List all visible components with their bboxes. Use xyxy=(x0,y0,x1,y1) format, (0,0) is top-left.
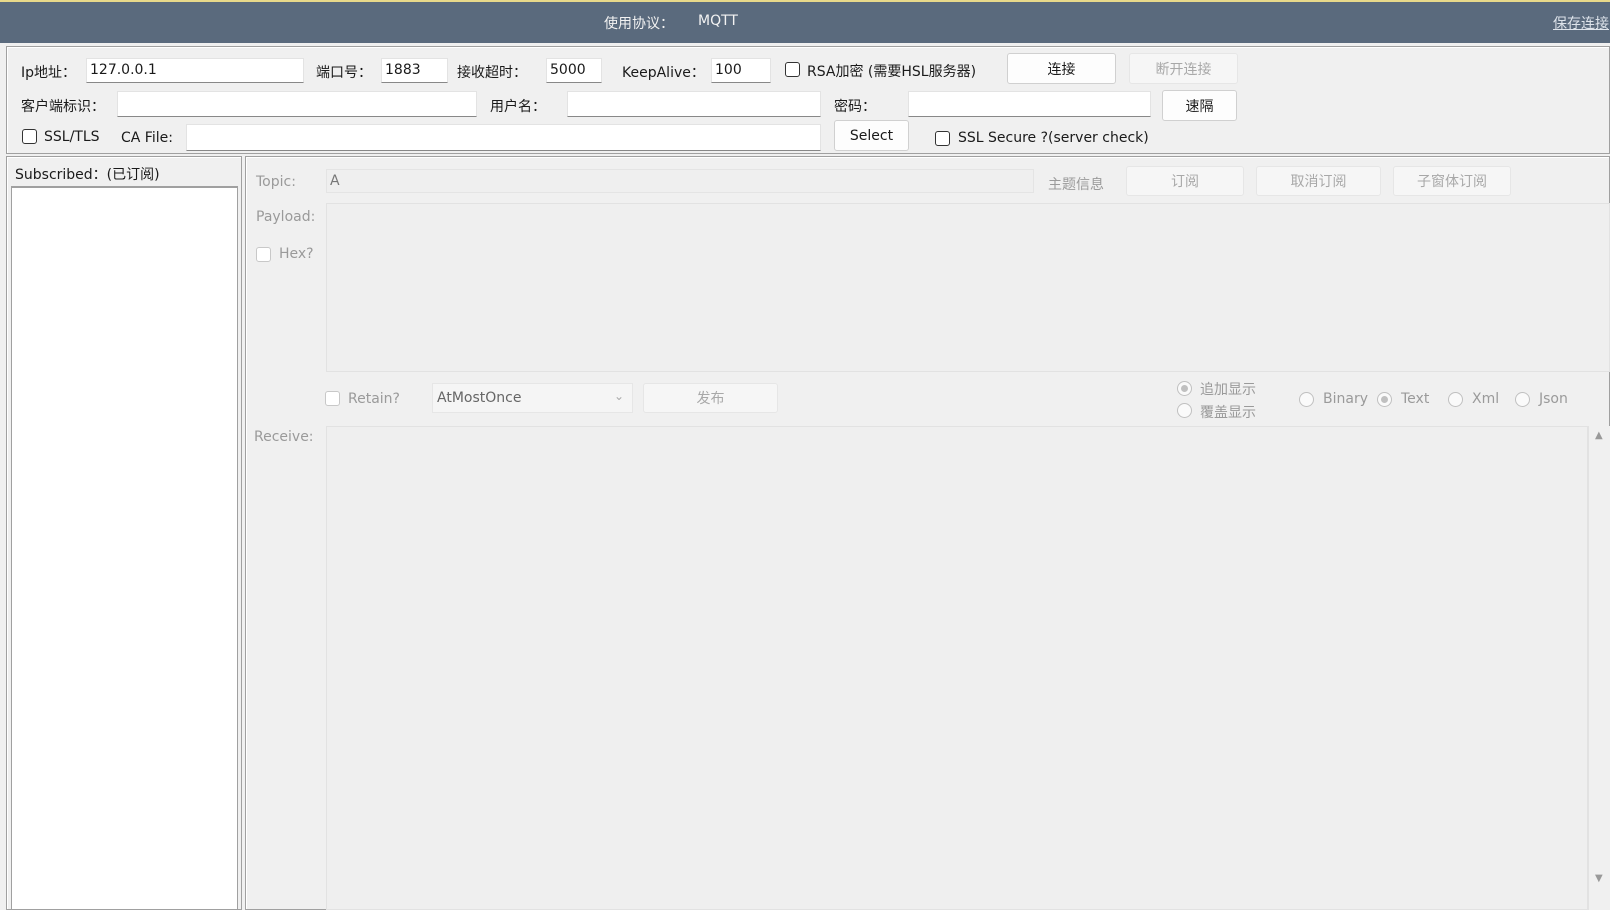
title-bar: 使用协议： MQTT 保存连接 xyxy=(0,0,1610,43)
append-display-radio[interactable] xyxy=(1177,381,1192,396)
topic-info-label: 主题信息 xyxy=(1048,177,1104,193)
publish-button[interactable]: 发布 xyxy=(643,383,778,413)
format-radio-json[interactable] xyxy=(1515,392,1530,407)
timeout-label: 接收超时： xyxy=(457,65,527,81)
receive-output[interactable] xyxy=(326,426,1588,910)
username-input[interactable] xyxy=(567,91,821,117)
timeout-input[interactable]: 5000 xyxy=(546,58,602,83)
username-label: 用户名： xyxy=(490,99,546,115)
disconnect-button[interactable]: 断开连接 xyxy=(1129,53,1238,84)
topic-label: Topic: xyxy=(256,174,296,190)
append-display-label: 追加显示 xyxy=(1200,382,1256,398)
protocol-value: MQTT xyxy=(698,13,738,29)
client-id-input[interactable] xyxy=(117,91,477,117)
overwrite-display-radio[interactable] xyxy=(1177,403,1192,418)
client-id-label: 客户端标识： xyxy=(21,99,105,115)
receive-scrollbar[interactable]: ▲ ▼ xyxy=(1588,426,1610,910)
payload-input[interactable] xyxy=(326,203,1610,372)
select-button[interactable]: Select xyxy=(834,120,909,151)
save-connection-link[interactable]: 保存连接 xyxy=(1553,13,1609,33)
format-label-binary: Binary xyxy=(1323,391,1368,407)
extra-button[interactable]: 速隔 xyxy=(1162,90,1237,121)
subscribe-button[interactable]: 订阅 xyxy=(1126,166,1244,196)
hex-checkbox[interactable] xyxy=(256,247,271,262)
port-input[interactable]: 1883 xyxy=(381,58,448,83)
scroll-down-icon[interactable]: ▼ xyxy=(1595,873,1603,884)
connect-button[interactable]: 连接 xyxy=(1007,53,1116,84)
ip-label: Ip地址： xyxy=(21,65,77,81)
format-label-xml: Xml xyxy=(1472,391,1500,407)
keepalive-input[interactable]: 100 xyxy=(711,58,771,83)
ca-file-label: CA File: xyxy=(121,130,173,146)
topic-input[interactable]: A xyxy=(326,169,1034,193)
ssl-tls-checkbox[interactable] xyxy=(22,129,37,144)
child-subscribe-button[interactable]: 子窗体订阅 xyxy=(1393,166,1511,196)
ssl-tls-label: SSL/TLS xyxy=(44,129,100,145)
format-radio-binary[interactable] xyxy=(1299,392,1314,407)
rsa-label: RSA加密 (需要HSL服务器) xyxy=(807,64,977,80)
rsa-checkbox[interactable] xyxy=(785,62,800,77)
unsubscribe-button[interactable]: 取消订阅 xyxy=(1256,166,1381,196)
hex-label: Hex? xyxy=(279,246,314,262)
overwrite-display-label: 覆盖显示 xyxy=(1200,405,1256,421)
password-input[interactable] xyxy=(908,91,1151,117)
port-label: 端口号： xyxy=(316,65,372,81)
format-label-json: Json xyxy=(1539,391,1568,407)
scroll-up-icon[interactable]: ▲ xyxy=(1595,430,1603,441)
ip-input[interactable]: 127.0.0.1 xyxy=(86,58,304,83)
ca-file-input[interactable] xyxy=(186,124,821,151)
retain-label: Retain? xyxy=(348,391,400,407)
subscribed-label: Subscribed：(已订阅) xyxy=(15,167,160,183)
payload-label: Payload: xyxy=(256,209,316,225)
protocol-label: 使用协议： xyxy=(604,16,674,32)
format-label-text: Text xyxy=(1401,391,1430,407)
qos-select[interactable]: AtMostOnce ⌄ xyxy=(432,383,633,413)
format-radio-xml[interactable] xyxy=(1448,392,1463,407)
format-radio-text[interactable] xyxy=(1377,392,1392,407)
keepalive-label: KeepAlive： xyxy=(622,65,705,81)
ssl-secure-label: SSL Secure ?(server check) xyxy=(958,130,1149,146)
qos-value: AtMostOnce xyxy=(437,390,522,406)
subscribed-list[interactable] xyxy=(11,186,238,910)
retain-checkbox[interactable] xyxy=(325,391,340,406)
ssl-secure-checkbox[interactable] xyxy=(935,131,950,146)
chevron-down-icon: ⌄ xyxy=(613,389,624,403)
password-label: 密码： xyxy=(834,99,876,115)
receive-label: Receive: xyxy=(254,429,314,445)
